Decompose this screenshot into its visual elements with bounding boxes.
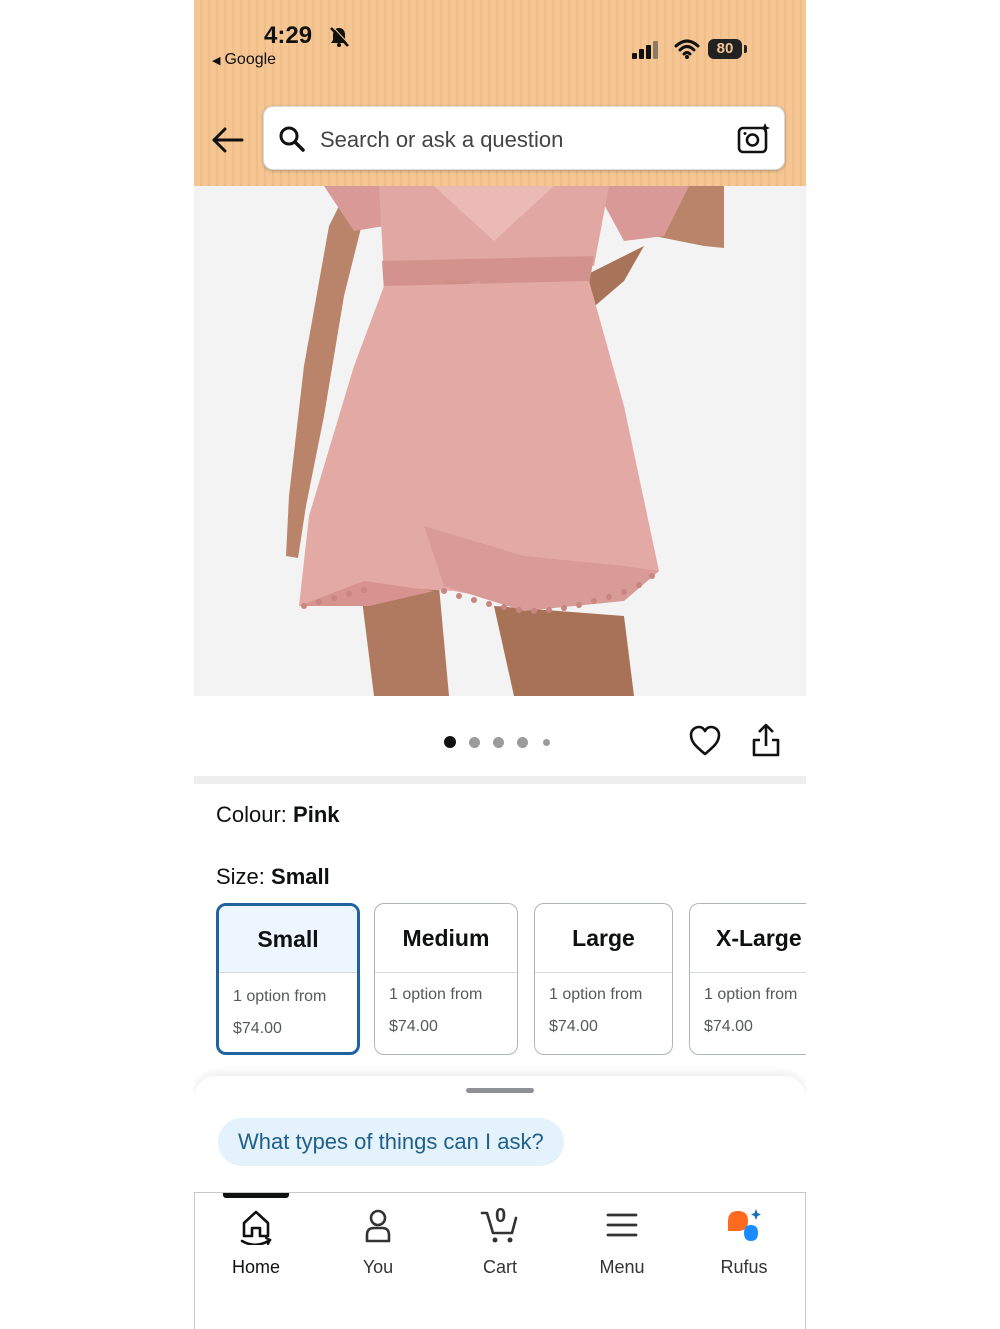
app-header: 4:29 ◀ Google 80 Search or ask a questio…: [194, 0, 806, 186]
battery-tip: [744, 45, 747, 53]
size-value: Small: [271, 864, 330, 889]
rufus-icon: [728, 1209, 761, 1241]
search-bar[interactable]: Search or ask a question: [263, 106, 785, 170]
search-placeholder: Search or ask a question: [320, 127, 564, 152]
tab-cart[interactable]: 0 Cart: [439, 1193, 561, 1293]
size-option-availability: 1 option from: [549, 986, 643, 1003]
sheet-drag-handle[interactable]: [466, 1088, 534, 1093]
back-arrow-icon[interactable]: [210, 124, 246, 156]
back-triangle-icon: ◀: [212, 55, 221, 67]
share-icon[interactable]: [750, 722, 782, 758]
carousel-dot-active[interactable]: [444, 736, 456, 748]
size-option-small[interactable]: Small 1 option from $74.00: [216, 903, 360, 1055]
cellular-signal-icon: [632, 41, 658, 59]
tab-home[interactable]: Home: [195, 1193, 317, 1293]
tab-menu[interactable]: Menu: [561, 1193, 683, 1293]
silent-bell-icon: [330, 26, 350, 47]
carousel-dot[interactable]: [493, 737, 504, 748]
back-to-app-link[interactable]: ◀ Google: [212, 51, 276, 69]
bottom-tab-bar: Home You 0 Cart Menu Rufus: [194, 1192, 806, 1329]
person-icon: [365, 1209, 391, 1243]
size-option-x-large[interactable]: X-Large 1 option from $74.00: [689, 903, 806, 1055]
size-selection: Size: Small: [216, 864, 330, 890]
tab-you[interactable]: You: [317, 1193, 439, 1293]
carousel-dot[interactable]: [469, 737, 480, 748]
size-option-availability: 1 option from: [233, 988, 327, 1005]
size-option-availability: 1 option from: [704, 986, 798, 1003]
battery-indicator: 80: [708, 39, 742, 59]
carousel-dot[interactable]: [517, 737, 528, 748]
carousel-dot[interactable]: [543, 739, 550, 746]
tab-label: Rufus: [720, 1257, 768, 1277]
rufus-bottom-sheet[interactable]: What types of things can I ask?: [194, 1076, 806, 1196]
size-options-list[interactable]: Small 1 option from $74.00 Medium 1 opti…: [216, 903, 806, 1059]
size-option-medium[interactable]: Medium 1 option from $74.00: [374, 903, 518, 1055]
cart-count-badge: 0: [495, 1205, 507, 1227]
size-option-price: $74.00: [233, 1020, 282, 1037]
size-option-name: Small: [219, 906, 357, 973]
tab-rufus[interactable]: Rufus: [683, 1193, 805, 1293]
product-image[interactable]: [194, 186, 806, 696]
wifi-icon: [674, 39, 700, 59]
tab-label: Cart: [482, 1257, 517, 1277]
rufus-suggestion-chip[interactable]: What types of things can I ask?: [218, 1118, 564, 1166]
active-tab-indicator: [223, 1193, 289, 1198]
size-option-price: $74.00: [389, 1018, 438, 1035]
tab-label: Menu: [599, 1257, 645, 1277]
phone-screen: 4:29 ◀ Google 80 Search or ask a questio…: [194, 0, 806, 1329]
tab-label: You: [362, 1257, 394, 1277]
colour-selection: Colour: Pink: [216, 802, 340, 828]
hamburger-menu-icon: [606, 1213, 638, 1237]
size-option-name: Large: [535, 904, 672, 973]
size-option-name: X-Large: [690, 904, 806, 973]
pink-dress-photo: [194, 186, 806, 696]
colour-label: Colour:: [216, 802, 287, 827]
back-app-label: Google: [224, 51, 277, 68]
colour-value: Pink: [293, 802, 340, 827]
status-time: 4:29: [264, 22, 313, 49]
tab-label: Home: [231, 1257, 280, 1277]
size-option-name: Medium: [375, 904, 517, 973]
wishlist-heart-icon[interactable]: [688, 724, 722, 758]
search-icon: [279, 126, 305, 152]
size-option-price: $74.00: [704, 1018, 753, 1035]
size-label: Size:: [216, 864, 265, 889]
section-divider: [194, 776, 806, 784]
camera-search-icon[interactable]: [736, 122, 772, 156]
size-option-price: $74.00: [549, 1018, 598, 1035]
size-option-availability: 1 option from: [389, 986, 483, 1003]
size-option-large[interactable]: Large 1 option from $74.00: [534, 903, 673, 1055]
home-icon: [240, 1210, 272, 1245]
